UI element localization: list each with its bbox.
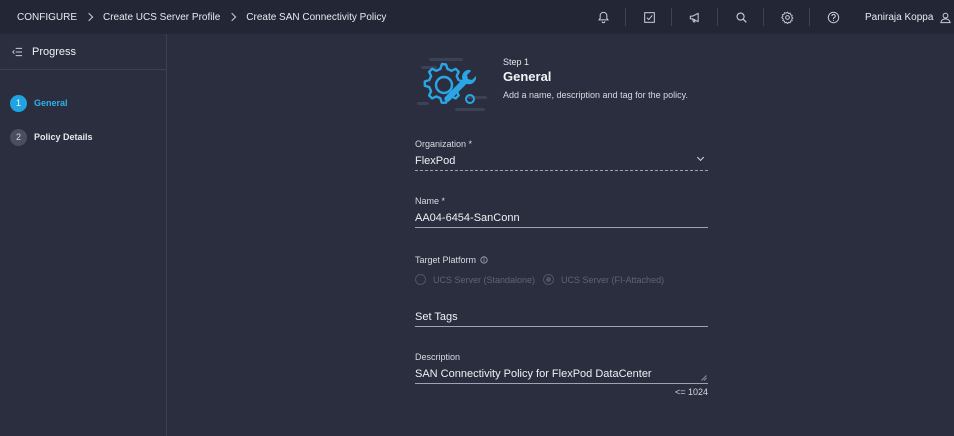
- user-name: Paniraja Koppa: [865, 11, 934, 23]
- breadcrumb-create-san-connectivity-policy: Create SAN Connectivity Policy: [246, 11, 387, 23]
- target-platform-label-row: Target Platform: [415, 255, 708, 265]
- page-title: General: [503, 69, 552, 84]
- radio-standalone-label: UCS Server (Standalone): [433, 274, 536, 285]
- user-menu[interactable]: Paniraja Koppa: [865, 0, 952, 34]
- help-icon: [827, 11, 839, 23]
- user-icon: [940, 12, 952, 23]
- tags-field: Set Tags: [415, 306, 708, 327]
- collapse-menu-icon[interactable]: [12, 47, 23, 57]
- step-label: General: [34, 98, 68, 108]
- resize-handle-icon[interactable]: [701, 375, 707, 381]
- set-tags-placeholder: Set Tags: [415, 311, 458, 323]
- organization-field: Organization * FlexPod: [415, 139, 708, 171]
- chevron-right-icon: [228, 12, 237, 22]
- step-number: 1: [10, 94, 27, 112]
- progress-sidebar: Progress 1 General 2 Policy Details: [0, 34, 167, 436]
- tasks-button[interactable]: [626, 0, 672, 34]
- notifications-button[interactable]: [580, 0, 626, 34]
- page-subtitle: Add a name, description and tag for the …: [503, 90, 688, 100]
- help-button[interactable]: [810, 0, 856, 34]
- announcements-button[interactable]: [672, 0, 718, 34]
- radio-fi-attached-label: UCS Server (FI-Attached): [561, 274, 665, 285]
- chevron-down-icon: [696, 153, 705, 162]
- bell-icon: [597, 11, 609, 23]
- progress-step-general[interactable]: 1 General: [0, 86, 166, 120]
- target-platform-label: Target Platform: [415, 255, 477, 265]
- organization-label: Organization *: [415, 139, 473, 149]
- info-icon[interactable]: [480, 256, 488, 264]
- gear-icon: [780, 10, 794, 24]
- breadcrumb: CONFIGURE Create UCS Server Profile Crea…: [0, 0, 386, 34]
- character-counter: <= 1024: [674, 387, 708, 397]
- breadcrumb-create-ucs-server-profile[interactable]: Create UCS Server Profile: [103, 12, 220, 23]
- step-kicker: Step 1: [503, 57, 530, 67]
- search-button[interactable]: [718, 0, 764, 34]
- name-field: Name * AA04-6454-SanConn: [415, 196, 708, 228]
- set-tags-input[interactable]: Set Tags: [415, 310, 708, 327]
- name-label: Name *: [415, 196, 446, 206]
- gear-wrench-icon: [417, 58, 487, 111]
- search-icon: [735, 11, 747, 23]
- progress-header: Progress: [0, 34, 166, 70]
- description-textarea[interactable]: SAN Connectivity Policy for FlexPod Data…: [415, 367, 708, 384]
- progress-steps: 1 General 2 Policy Details: [0, 70, 166, 154]
- megaphone-icon: [689, 12, 699, 22]
- breadcrumb-configure[interactable]: CONFIGURE: [17, 12, 77, 23]
- main-content: Step 1 General Add a name, description a…: [168, 34, 954, 436]
- name-value: AA04-6454-SanConn: [415, 212, 520, 224]
- organization-select[interactable]: FlexPod: [415, 153, 708, 171]
- settings-button[interactable]: [764, 0, 810, 34]
- top-bar: CONFIGURE Create UCS Server Profile Crea…: [0, 0, 954, 34]
- toolbar-icons: [580, 0, 856, 34]
- progress-title: Progress: [32, 45, 77, 58]
- description-label: Description: [415, 352, 461, 362]
- description-value: SAN Connectivity Policy for FlexPod Data…: [415, 368, 652, 380]
- radio-fi-attached[interactable]: [543, 274, 555, 285]
- step-number: 2: [10, 128, 27, 146]
- progress-step-policy-details[interactable]: 2 Policy Details: [0, 120, 166, 154]
- description-field: Description SAN Connectivity Policy for …: [415, 352, 708, 397]
- organization-value: FlexPod: [415, 155, 456, 167]
- step-label: Policy Details: [34, 132, 93, 142]
- target-platform-field: Target Platform UCS Server (Standalone) …: [415, 255, 708, 285]
- name-input[interactable]: AA04-6454-SanConn: [415, 211, 708, 228]
- task-check-icon: [643, 11, 655, 23]
- chevron-right-icon: [84, 12, 94, 22]
- radio-standalone[interactable]: [415, 274, 426, 285]
- target-platform-radio-group: UCS Server (Standalone) UCS Server (FI-A…: [415, 274, 708, 285]
